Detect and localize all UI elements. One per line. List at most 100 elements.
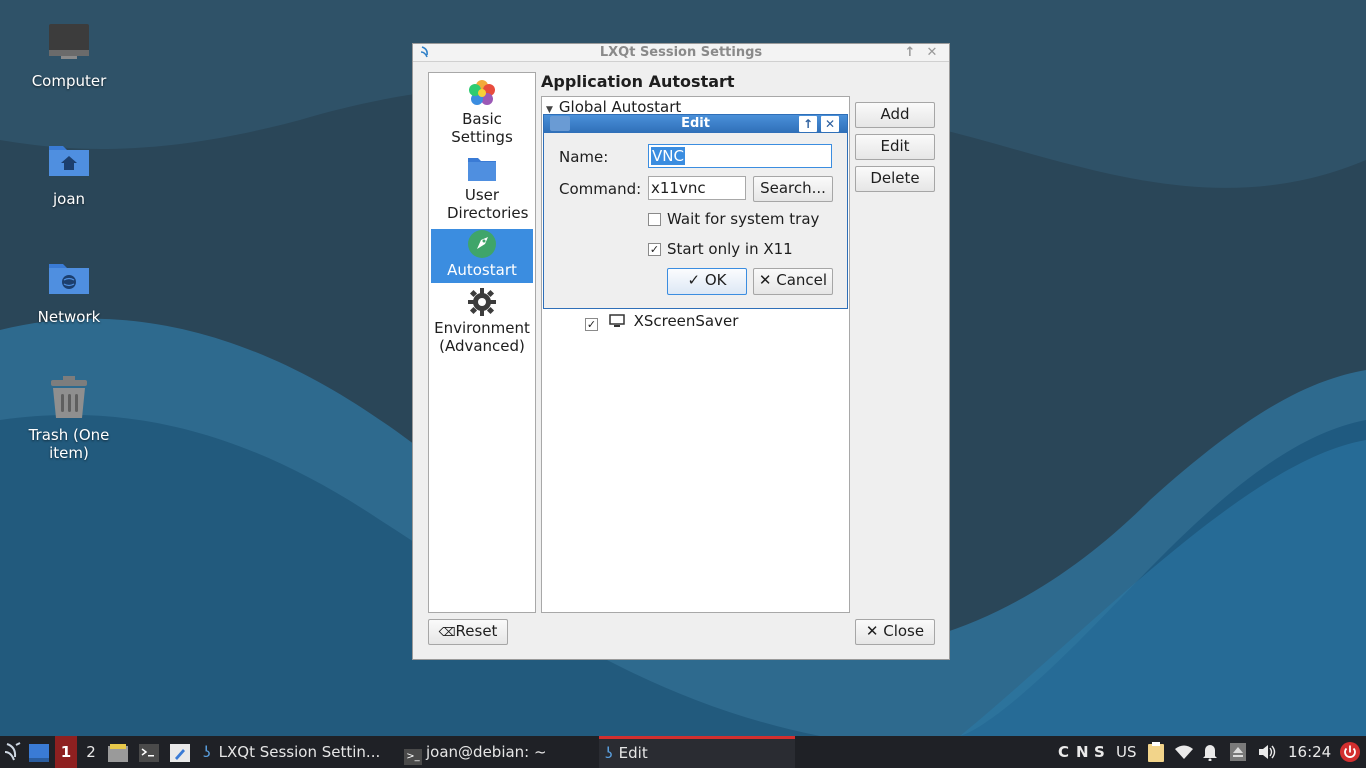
folder-icon <box>467 155 497 183</box>
name-field-value: VNC <box>651 147 685 165</box>
terminal-launcher[interactable] <box>139 736 161 768</box>
notification-bell-icon[interactable] <box>1202 736 1218 768</box>
desktop-icon <box>29 744 49 762</box>
close-x-icon: ✕ <box>865 622 884 640</box>
cancel-label: Cancel <box>776 271 828 289</box>
workspace-2[interactable]: 2 <box>80 736 102 768</box>
trash-icon <box>47 376 91 420</box>
lxqt-logo-icon <box>4 742 21 761</box>
cancel-button[interactable]: ✕ Cancel <box>753 268 833 295</box>
sidebar-item-label: Basic Settings <box>451 110 513 146</box>
sidebar-item-environment[interactable]: Environment (Advanced) <box>431 287 533 359</box>
reset-button[interactable]: ⌫Reset <box>428 619 508 645</box>
close-button[interactable]: ✕ Close <box>855 619 935 645</box>
desktop-icon-label: Trash (One item) <box>28 426 110 462</box>
command-field[interactable]: x11vnc <box>648 176 746 200</box>
sidebar-item-autostart[interactable]: Autostart <box>431 229 533 283</box>
edit-dialog: Edit ↑ ✕ Name: VNC Command: x11vnc Searc… <box>543 114 848 309</box>
power-button[interactable] <box>1340 736 1360 768</box>
desktop-icon-label: Network <box>37 308 101 326</box>
dialog-titlebar[interactable]: Edit ↑ ✕ <box>544 115 847 133</box>
indicator-n: N <box>1076 743 1089 761</box>
desktop-icon-trash[interactable]: Trash (One item) <box>9 376 129 462</box>
keyboard-layout[interactable]: US <box>1116 736 1137 768</box>
main-menu-button[interactable] <box>0 736 24 768</box>
monitor-icon <box>609 313 625 327</box>
task-label: joan@debian: ~ <box>426 743 547 761</box>
delete-button[interactable]: Delete <box>855 166 935 192</box>
eject-icon[interactable] <box>1230 736 1246 768</box>
start-only-x11-label[interactable]: Start only in X11 <box>667 240 793 258</box>
close-label: Close <box>883 622 925 640</box>
sidebar-item-label: User Directories <box>447 186 529 222</box>
backspace-icon: ⌫ <box>438 625 456 639</box>
section-title: Application Autostart <box>541 72 735 91</box>
lxqt-icon: ʖ <box>605 744 613 762</box>
reset-label: Reset <box>455 622 498 640</box>
task-label: LXQt Session Settin... <box>218 743 381 761</box>
colorful-flower-icon <box>467 78 497 108</box>
computer-icon <box>47 22 91 66</box>
window-titlebar[interactable]: LXQt Session Settings ↑ ✕ <box>413 44 949 62</box>
keep-above-icon[interactable]: ↑ <box>901 44 919 61</box>
wait-system-tray-checkbox[interactable] <box>648 213 661 226</box>
file-manager-launcher[interactable] <box>108 736 130 768</box>
dialog-title: Edit <box>681 116 710 131</box>
task-edit-active[interactable]: ʖ Edit <box>599 736 795 768</box>
command-label: Command: <box>559 180 642 198</box>
ok-button[interactable]: ✓ OK <box>667 268 747 295</box>
text-editor-icon <box>170 744 190 762</box>
taskbar: 1 2 ʖ LXQt Session Settin... >_ joan@debia… <box>0 736 1366 768</box>
window-title: LXQt Session Settings <box>599 45 763 60</box>
terminal-icon: >_ <box>404 749 422 765</box>
desktop-icon-label: joan <box>52 190 86 208</box>
edit-button[interactable]: Edit <box>855 134 935 160</box>
sidebar-item-label: Autostart <box>447 261 517 279</box>
sidebar-item-label: Environment (Advanced) <box>434 319 530 355</box>
desktop-icon-joan[interactable]: joan <box>9 140 129 208</box>
close-icon[interactable]: ✕ <box>923 44 941 61</box>
power-icon <box>1340 742 1360 762</box>
clock[interactable]: 16:24 <box>1288 736 1331 768</box>
lxqt-icon <box>419 45 433 59</box>
desktop-icon-label: Computer <box>31 72 107 90</box>
search-button[interactable]: Search... <box>753 176 833 202</box>
add-button[interactable]: Add <box>855 102 935 128</box>
keep-above-icon[interactable]: ↑ <box>799 116 817 132</box>
sidebar-item-basic-settings[interactable]: Basic Settings <box>431 77 533 149</box>
task-label: Edit <box>618 744 648 762</box>
tree-item-xscreensaver[interactable]: ✓ XScreenSaver <box>585 311 738 331</box>
gear-icon <box>467 287 497 317</box>
lxqt-icon <box>550 116 570 131</box>
task-session-settings[interactable]: ʖ LXQt Session Settin... <box>203 736 398 768</box>
terminal-icon <box>139 744 159 762</box>
text-editor-launcher[interactable] <box>170 736 192 768</box>
file-manager-icon <box>108 744 128 762</box>
name-label: Name: <box>559 148 609 166</box>
close-icon[interactable]: ✕ <box>821 116 839 132</box>
wifi-icon[interactable] <box>1175 736 1193 768</box>
start-only-x11-checkbox[interactable]: ✓ <box>648 243 661 256</box>
settings-sidebar: Basic Settings User Directories Autostar… <box>428 72 536 613</box>
desktop-icon-computer[interactable]: Computer <box>9 22 129 90</box>
desktop-icon-network[interactable]: Network <box>9 258 129 326</box>
checkmark-icon: ✓ <box>687 271 705 289</box>
network-folder-icon <box>47 258 91 302</box>
volume-icon[interactable] <box>1258 736 1276 768</box>
name-field[interactable]: VNC <box>648 144 832 168</box>
wait-system-tray-label[interactable]: Wait for system tray <box>667 210 819 228</box>
clipboard-icon[interactable] <box>1147 736 1165 768</box>
sidebar-item-user-directories[interactable]: User Directories <box>431 153 533 225</box>
show-desktop-button[interactable] <box>29 736 51 768</box>
lxqt-icon: ʖ <box>203 743 211 761</box>
tree-item-label: XScreenSaver <box>633 312 739 330</box>
ok-label: OK <box>704 271 727 289</box>
xscreensaver-checkbox[interactable]: ✓ <box>585 318 598 331</box>
indicator-s: S <box>1094 743 1105 761</box>
workspace-1[interactable]: 1 <box>55 736 77 768</box>
cancel-x-icon: ✕ <box>758 271 777 289</box>
indicator-c: C <box>1058 743 1070 761</box>
rocket-icon <box>467 229 497 259</box>
task-terminal[interactable]: >_ joan@debian: ~ <box>404 736 594 768</box>
home-folder-icon <box>47 140 91 184</box>
